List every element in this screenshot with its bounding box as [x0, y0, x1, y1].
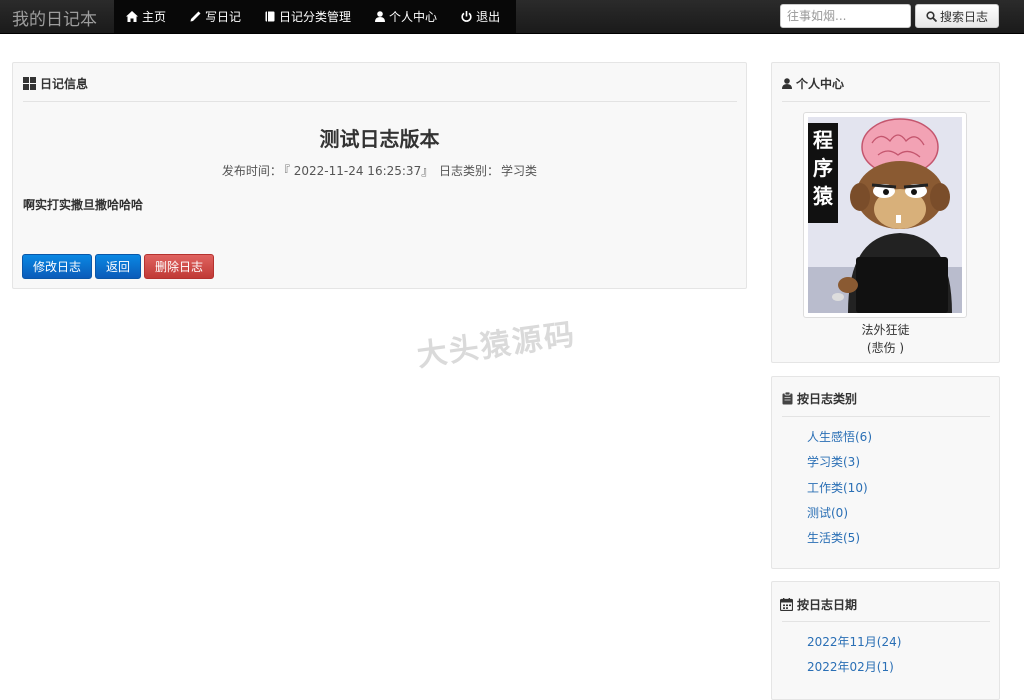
th-large-icon: [23, 77, 36, 90]
avatar-sign-char-1: 程: [813, 128, 833, 152]
search-icon: [926, 10, 937, 22]
category-panel: 按日志类别 人生感悟(6) 学习类(3) 工作类(10) 测试(0) 生活类(5…: [771, 376, 1000, 569]
category-label: 日志类别：: [439, 164, 500, 178]
diary-category: 学习类: [501, 164, 538, 178]
user-icon: [782, 78, 792, 89]
calendar-icon: [780, 598, 793, 611]
nav-item-profile[interactable]: 个人中心: [363, 0, 449, 33]
nav-item-category-manage[interactable]: 日记分类管理: [253, 0, 363, 33]
monkey-avatar-image: 程 序 猿: [808, 117, 962, 313]
avatar: 程 序 猿: [803, 112, 967, 318]
nav-label-home: 主页: [142, 10, 167, 24]
diary-info-heading: 日记信息: [23, 75, 88, 92]
pencil-icon: [190, 11, 201, 22]
delete-diary-button[interactable]: 删除日志: [144, 254, 214, 279]
mood: (悲伤 ): [866, 341, 905, 355]
diary-content: 啊实打实撒旦撒哈哈哈: [23, 198, 144, 212]
avatar-sign-char-2: 序: [813, 156, 833, 180]
clipboard-icon: [782, 392, 793, 405]
date-link[interactable]: 2022年02月(1): [807, 659, 901, 684]
divider: [23, 101, 737, 102]
date-list: 2022年11月(24) 2022年02月(1): [807, 634, 901, 685]
category-list: 人生感悟(6) 学习类(3) 工作类(10) 测试(0) 生活类(5): [807, 429, 872, 555]
user-icon: [375, 11, 386, 22]
top-navbar: 我的日记本 主页 写日记 日记分类管理 个人中心 退出 往事如烟... 搜索日志: [0, 0, 1024, 34]
nav-label-write: 写日记: [205, 10, 242, 24]
watermark: 大头猿源码: [414, 317, 579, 374]
book-icon: [265, 11, 275, 22]
nav-item-home[interactable]: 主页: [114, 0, 178, 33]
nickname: 法外狂徒: [861, 323, 910, 337]
date-link[interactable]: 2022年11月(24): [807, 634, 901, 659]
nav-label-profile: 个人中心: [389, 10, 438, 24]
search-button[interactable]: 搜索日志: [915, 4, 999, 28]
category-heading: 按日志类别: [782, 390, 857, 407]
category-link[interactable]: 生活类(5): [807, 530, 872, 555]
category-title: 按日志类别: [797, 392, 858, 406]
date-panel: 按日志日期 2022年11月(24) 2022年02月(1): [771, 581, 1000, 700]
search-button-label: 搜索日志: [939, 9, 988, 24]
profile-panel: 个人中心 程 序 猿 法外狂徒 (悲伤): [771, 62, 1000, 363]
category-link[interactable]: 学习类(3): [807, 454, 872, 479]
date-heading: 按日志日期: [780, 596, 857, 613]
divider: [782, 621, 990, 622]
nav-label-category-manage: 日记分类管理: [279, 10, 352, 24]
power-icon: [461, 11, 472, 22]
back-button[interactable]: 返回: [95, 254, 141, 279]
diary-meta: 发布时间：『 2022-11-24 16:25:37』 日志类别： 学习类: [13, 162, 746, 179]
diary-title: 测试日志版本: [319, 127, 440, 151]
diary-info-panel: 日记信息 测试日志版本 发布时间：『 2022-11-24 16:25:37』 …: [12, 62, 747, 289]
category-link[interactable]: 人生感悟(6): [807, 429, 872, 454]
edit-diary-button[interactable]: 修改日志: [22, 254, 92, 279]
home-icon: [126, 11, 138, 22]
publish-time-label: 发布时间：: [221, 164, 282, 178]
divider: [782, 416, 990, 417]
date-title: 按日志日期: [797, 598, 858, 612]
nav-item-logout[interactable]: 退出: [449, 0, 512, 33]
search-input[interactable]: [780, 4, 911, 28]
profile-title: 个人中心: [796, 77, 845, 91]
category-link[interactable]: 工作类(10): [807, 480, 872, 505]
publish-time: 『 2022-11-24 16:25:37』: [283, 164, 434, 178]
nav-item-write[interactable]: 写日记: [178, 0, 253, 33]
category-link[interactable]: 测试(0): [807, 505, 872, 530]
avatar-sign-char-3: 猿: [812, 184, 834, 208]
nav-label-logout: 退出: [476, 10, 501, 24]
profile-heading: 个人中心: [782, 75, 844, 92]
brand-title[interactable]: 我的日记本: [12, 5, 97, 30]
diary-info-title: 日记信息: [40, 77, 89, 91]
main-nav: 主页 写日记 日记分类管理 个人中心 退出: [114, 0, 516, 33]
divider: [782, 101, 990, 102]
